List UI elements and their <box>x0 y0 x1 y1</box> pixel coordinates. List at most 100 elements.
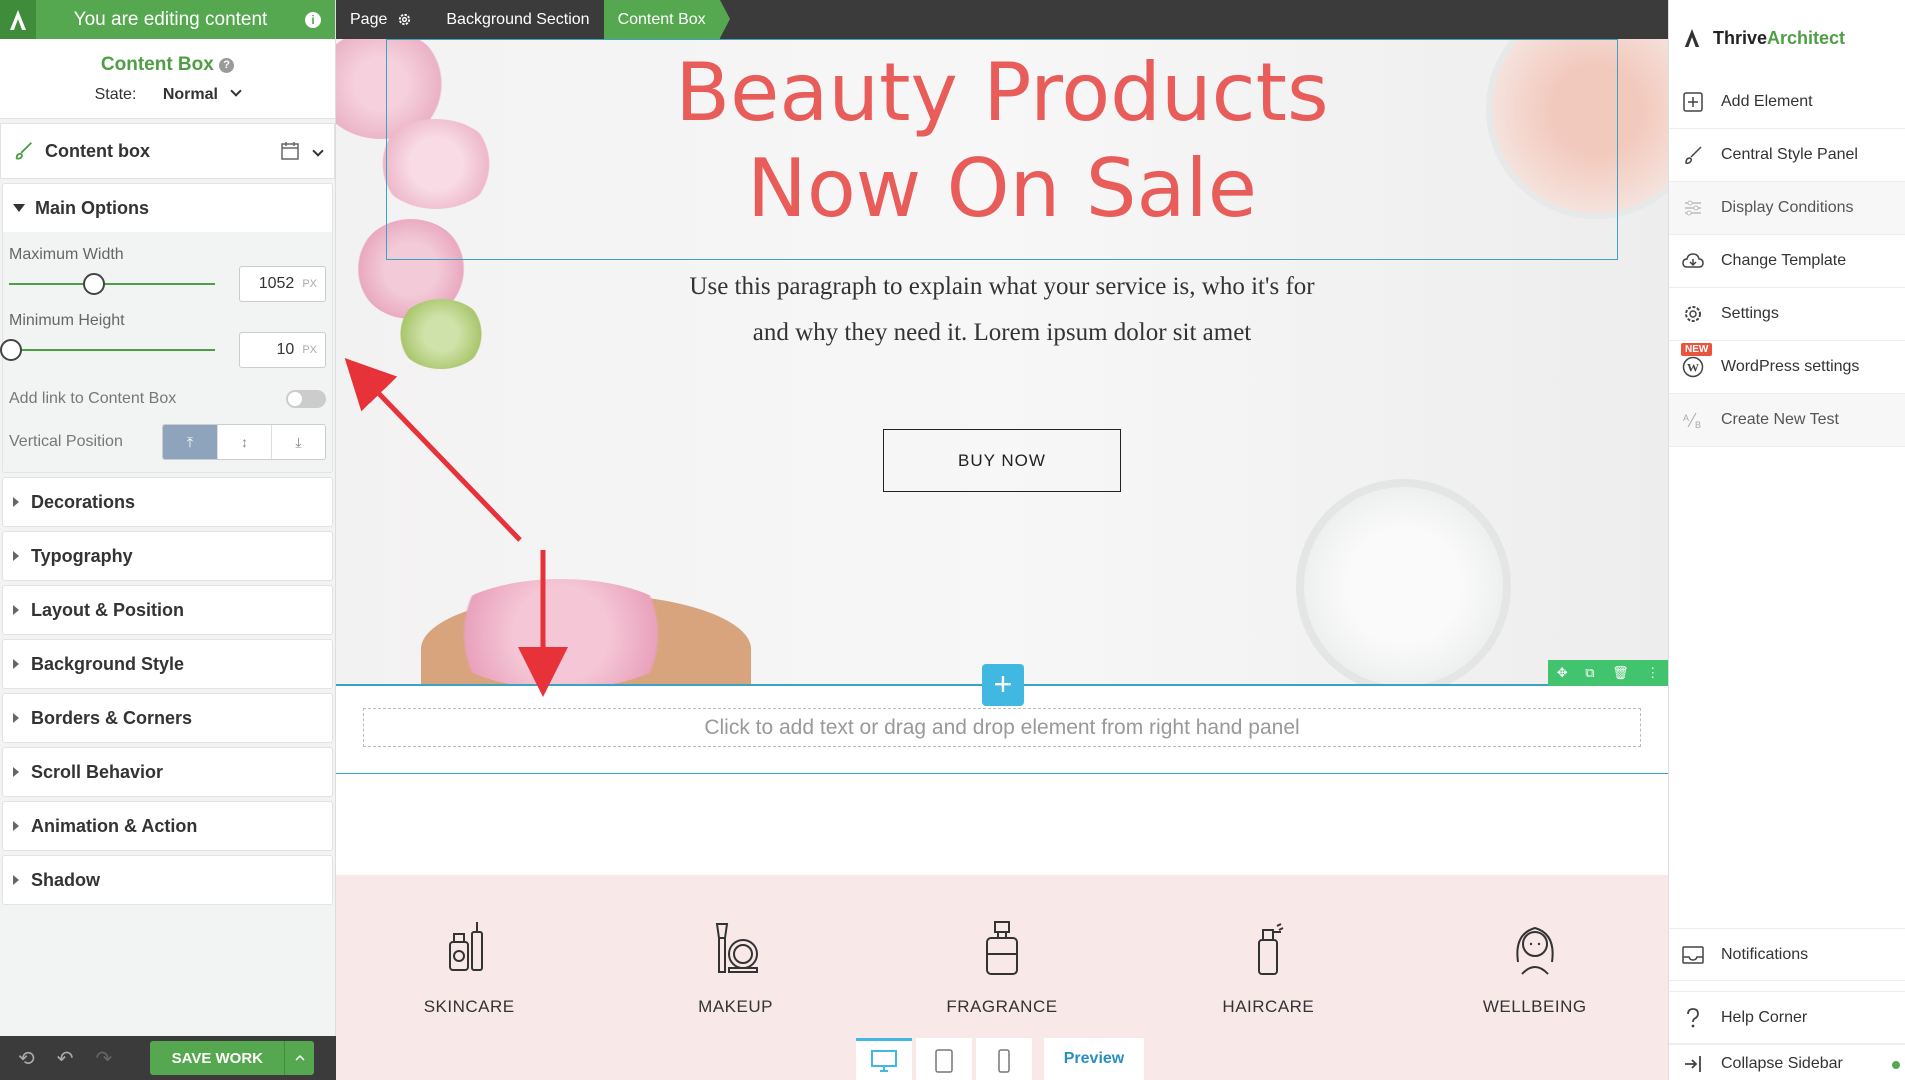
gear-icon[interactable] <box>397 12 412 27</box>
state-selector[interactable]: State: Normal <box>0 85 335 104</box>
move-icon[interactable]: ✥ <box>1557 665 1568 681</box>
section-scroll-behavior[interactable]: Scroll Behavior <box>2 747 333 797</box>
section-shadow[interactable]: Shadow <box>2 855 333 905</box>
brush-icon <box>1681 143 1705 167</box>
category-wellbeing[interactable]: WELLBEING <box>1460 920 1610 1080</box>
section-header[interactable]: Borders & Corners <box>3 694 332 742</box>
content-box[interactable]: + ✥ ⧉ 🗑 ⋮ Click to add text or drag and … <box>336 660 1668 774</box>
sidebar-item-collapse-sidebar[interactable]: Collapse Sidebar <box>1669 1044 1905 1080</box>
hero-heading[interactable]: Beauty Products Now On Sale <box>336 45 1668 237</box>
undo-icon[interactable]: ↶ <box>57 1046 74 1071</box>
sidebar-item-settings[interactable]: Settings <box>1669 288 1905 341</box>
max-width-slider-handle[interactable] <box>82 273 105 295</box>
section-background-style[interactable]: Background Style <box>2 639 333 689</box>
caret-right-icon <box>13 713 19 723</box>
help-icon[interactable]: ? <box>219 58 235 73</box>
tablet-view-icon[interactable] <box>916 1038 972 1080</box>
category-skincare[interactable]: SKINCARE <box>394 920 544 1080</box>
section-header[interactable]: Layout & Position <box>3 586 332 634</box>
main-options-section: Main Options Maximum Width 1052 PX Minim… <box>0 183 333 473</box>
chevron-down-icon[interactable] <box>312 145 324 157</box>
preview-button[interactable]: Preview <box>1044 1038 1144 1080</box>
caret-right-icon <box>13 767 19 777</box>
thrive-logo-icon[interactable] <box>0 0 36 39</box>
sidebar-item-wordpress-settings[interactable]: NEW W WordPress settings <box>1669 341 1905 394</box>
question-icon <box>1681 1006 1705 1030</box>
device-switcher: Preview <box>856 1034 1144 1080</box>
thrive-architect-brand: Thrive Architect <box>1669 0 1905 76</box>
category-haircare[interactable]: HAIRCARE <box>1193 920 1343 1080</box>
breadcrumb-page[interactable]: Page <box>336 0 426 39</box>
section-animation-action[interactable]: Animation & Action <box>2 801 333 851</box>
max-width-input[interactable]: 1052 PX <box>238 266 326 302</box>
sidebar-item-create-new-test[interactable]: A B Create New Test <box>1669 394 1905 447</box>
delete-icon[interactable]: 🗑 <box>1612 665 1629 681</box>
mobile-view-icon[interactable] <box>976 1038 1032 1080</box>
collapse-icon <box>1681 1052 1705 1076</box>
right-sidebar: Thrive Architect Add Element Central Style… <box>1668 0 1905 1080</box>
section-typography[interactable]: Typography <box>2 531 333 581</box>
min-height-slider[interactable] <box>0 339 215 361</box>
spray-bottle-icon <box>1258 923 1284 975</box>
history-icon[interactable]: ⟲ <box>18 1046 35 1071</box>
sidebar-item-display-conditions[interactable]: Display Conditions <box>1669 182 1905 235</box>
calendar-icon[interactable] <box>280 140 302 162</box>
status-dot-icon <box>1892 1061 1900 1069</box>
caret-right-icon <box>13 821 19 831</box>
sidebar-item-notifications[interactable]: Notifications <box>1669 928 1905 981</box>
vertical-position-group: ⤒ ↕ ⤓ <box>162 424 326 460</box>
editing-banner: You are editing content i <box>0 0 335 39</box>
new-badge: NEW <box>1681 343 1713 356</box>
section-header[interactable]: Scroll Behavior <box>3 748 332 796</box>
vertical-position-label: Vertical Position <box>9 433 123 450</box>
ab-test-icon: AB <box>1681 408 1705 432</box>
duplicate-icon[interactable]: ⧉ <box>1585 665 1594 681</box>
element-toolbar: ✥ ⧉ 🗑 ⋮ <box>1548 660 1668 686</box>
buy-now-button[interactable]: BUY NOW <box>883 429 1121 492</box>
breadcrumb: Page Background Section Content Box <box>336 0 1668 39</box>
hero-background-section[interactable]: Beauty Products Now On Sale Use this par… <box>336 39 1668 704</box>
section-layout-position[interactable]: Layout & Position <box>2 585 333 635</box>
element-name: Content Box <box>100 54 214 75</box>
save-work-button[interactable]: SAVE WORK <box>150 1041 315 1075</box>
breadcrumb-content-box[interactable]: Content Box <box>603 0 730 39</box>
sidebar-item-add-element[interactable]: Add Element <box>1669 76 1905 129</box>
section-header[interactable]: Animation & Action <box>3 802 332 850</box>
chevron-up-icon[interactable] <box>284 1041 314 1075</box>
sliders-icon <box>1681 196 1705 220</box>
info-icon[interactable]: i <box>305 11 321 28</box>
element-header: Content Box ? State: Normal <box>0 39 335 119</box>
min-height-slider-handle[interactable] <box>0 339 22 361</box>
state-label: State: <box>94 86 137 103</box>
element-selector-row[interactable]: Content box <box>0 123 335 179</box>
desktop-view-icon[interactable] <box>856 1038 912 1080</box>
section-borders-corners[interactable]: Borders & Corners <box>2 693 333 743</box>
align-top-icon[interactable]: ⤒ <box>163 425 217 459</box>
redo-icon[interactable]: ↷ <box>96 1046 113 1071</box>
drop-zone-placeholder[interactable]: Click to add text or drag and drop eleme… <box>363 708 1641 747</box>
align-middle-icon[interactable]: ↕ <box>217 425 271 459</box>
sidebar-item-change-template[interactable]: Change Template <box>1669 235 1905 288</box>
flower-decoration <box>436 579 686 689</box>
breadcrumb-background-section[interactable]: Background Section <box>426 0 603 39</box>
main-options-header[interactable]: Main Options <box>3 184 332 232</box>
sidebar-item-central-style-panel[interactable]: Central Style Panel <box>1669 129 1905 182</box>
add-element-plus-icon[interactable]: + <box>982 664 1024 706</box>
more-options-icon[interactable]: ⋮ <box>1646 665 1659 681</box>
align-bottom-icon[interactable]: ⤓ <box>271 425 325 459</box>
section-header[interactable]: Shadow <box>3 856 332 904</box>
link-toggle[interactable] <box>286 390 326 408</box>
section-header[interactable]: Decorations <box>3 478 332 526</box>
svg-text:B: B <box>1695 420 1701 430</box>
hero-paragraph[interactable]: Use this paragraph to explain what your … <box>336 264 1668 356</box>
min-height-input[interactable]: 10 PX <box>238 332 326 368</box>
section-header[interactable]: Typography <box>3 532 332 580</box>
link-toggle-label: Add link to Content Box <box>9 390 177 407</box>
caret-right-icon <box>13 605 19 615</box>
section-decorations[interactable]: Decorations <box>2 477 333 527</box>
max-width-slider[interactable] <box>9 273 215 295</box>
section-header[interactable]: Background Style <box>3 640 332 688</box>
inbox-icon <box>1681 943 1705 967</box>
sidebar-item-help-corner[interactable]: Help Corner <box>1669 991 1905 1044</box>
category-makeup[interactable]: MAKEUP <box>661 920 811 1080</box>
